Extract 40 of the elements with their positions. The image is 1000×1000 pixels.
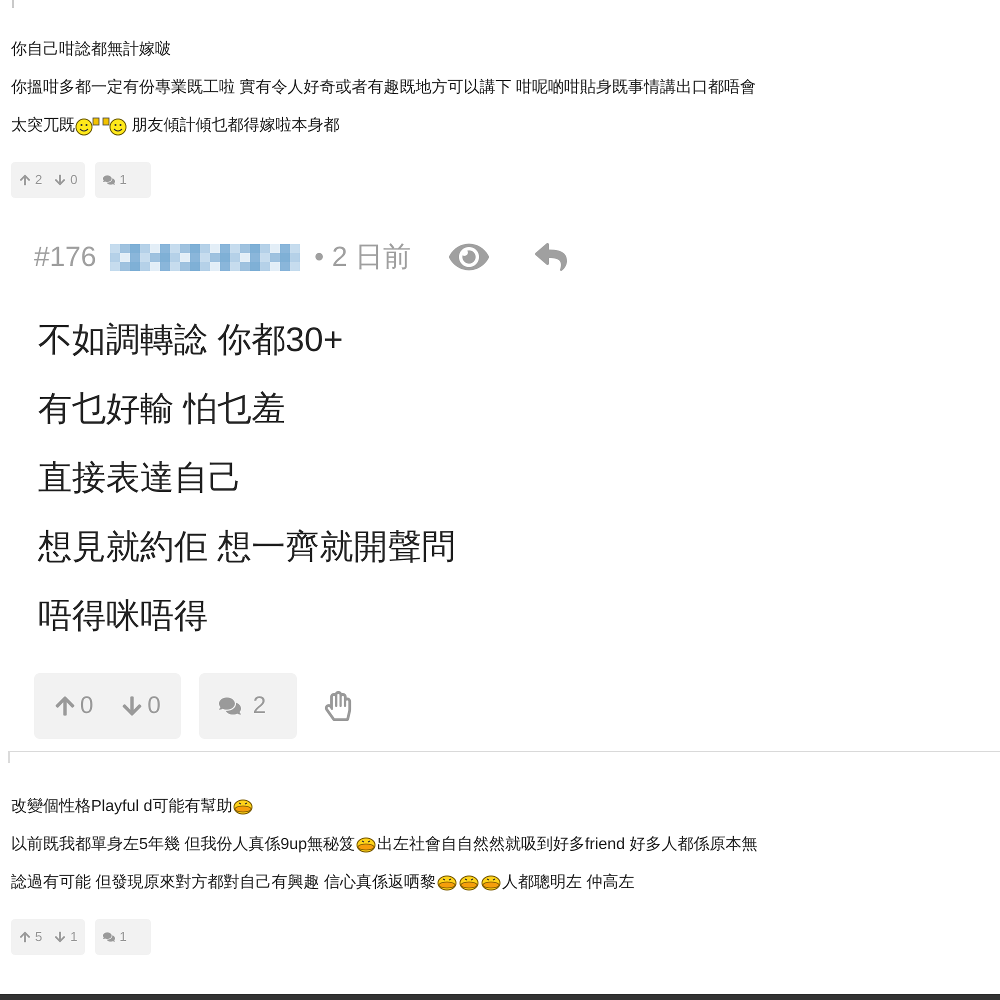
arrow-down-icon (54, 931, 66, 943)
reply-count-button[interactable]: 1 (95, 919, 152, 955)
upvote-button[interactable]: 5 (19, 927, 42, 947)
upvote-button[interactable]: 2 (19, 170, 42, 190)
arrow-up-icon (19, 931, 31, 943)
comment-text: 以前既我都單身左5年幾 但我份人真係9up無秘笈 出左社會自自然然就吸到好多friend 好多人都係原本無 (11, 834, 759, 857)
arrow-down-icon (54, 174, 66, 186)
arrow-up-icon (19, 174, 31, 186)
comment-text: 你搵咁多都一定有份專業既工啦 實有令人好奇或者有趣既地方可以講下 咁呢啲咁貼身既事情講出口都唔會 (11, 78, 757, 98)
comment-text: 諗過有可能 但發現原來對方都對自己有興趣 信心真係返哂黎 人都聰明左 仲高左 (11, 872, 636, 895)
comment-text: 直接表達自己 (38, 458, 243, 499)
reply-count-button[interactable]: 2 (198, 673, 297, 739)
smiley-mug-icon (101, 116, 127, 136)
speech-bubbles-icon (103, 931, 116, 943)
downvote-button[interactable]: 0 (54, 170, 78, 190)
speech-bubbles-icon (218, 695, 241, 717)
reply-count-button[interactable]: 1 (95, 162, 152, 198)
downvote-button[interactable]: 1 (54, 927, 78, 947)
arrow-down-icon (121, 695, 144, 717)
duck-face-icon (232, 796, 254, 817)
downvote-button[interactable]: 0 (121, 688, 161, 724)
hand-icon[interactable] (322, 691, 353, 721)
upvote-button[interactable]: 0 (54, 688, 94, 724)
duck-face-icon (458, 872, 480, 893)
post-time: • 2 日前 (314, 240, 412, 274)
speech-bubbles-icon (103, 174, 116, 186)
duck-face-icon (436, 872, 458, 893)
smiley-mug-icon (75, 116, 101, 136)
comment-text: 改變個性格Playful d可能有幫助 (11, 793, 989, 821)
duck-face-icon (480, 872, 502, 893)
comment-text: 不如調轉諗 你都30+ (38, 320, 344, 361)
post-number: #176 (34, 240, 96, 274)
duck-face-icon (355, 834, 378, 855)
comment-text: 想見就約佢 想一齊就開聲問 (38, 527, 456, 568)
reply-icon[interactable] (535, 241, 568, 273)
arrow-up-icon (54, 695, 76, 717)
comment-text: 太突兀既 朋友傾計傾乜都得嫁啦本身都 (11, 114, 340, 138)
comment-text: 唔得咪唔得 (38, 596, 209, 637)
comment-text: 有乜好輸 怕乜羞 (38, 389, 286, 430)
comment-text: 你自己咁諗都無計嫁啵 (11, 40, 172, 60)
